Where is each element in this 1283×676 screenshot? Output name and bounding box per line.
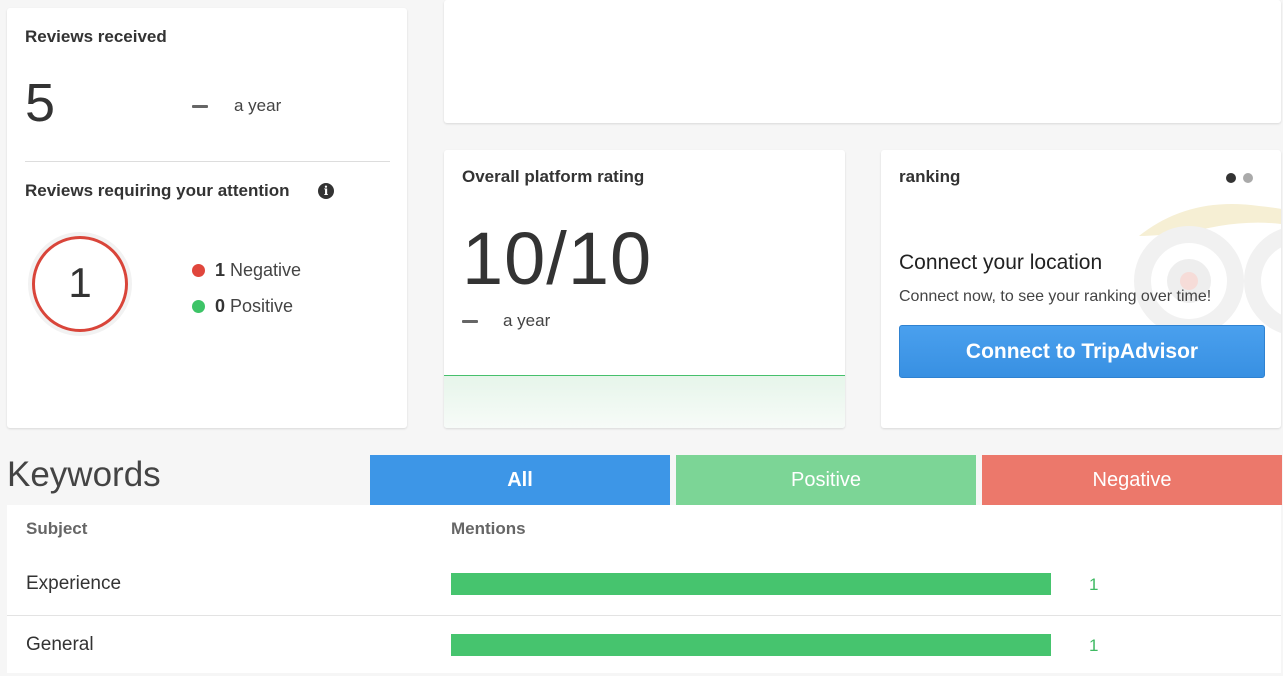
- attention-ring-inner: 1: [32, 236, 128, 332]
- row-mentions: 1: [1089, 636, 1099, 655]
- row-subject: General: [26, 634, 94, 655]
- pager-dot[interactable]: [1243, 173, 1253, 183]
- reviews-received-title: Reviews received: [25, 27, 167, 46]
- divider: [25, 161, 390, 162]
- reviews-count: 5: [25, 73, 56, 133]
- negative-label: Negative: [230, 260, 302, 280]
- connect-tripadvisor-button[interactable]: Connect to TripAdvisor: [899, 325, 1265, 378]
- platform-rating-card: Overall platform rating 10/10 a year: [444, 150, 845, 428]
- attention-ring: 1: [28, 232, 132, 336]
- table-row[interactable]: Experience 1: [7, 555, 1281, 615]
- attention-title: Reviews requiring your attention: [25, 181, 290, 200]
- legend-positive: 0 Positive: [192, 296, 293, 317]
- empty-card: [444, 0, 1281, 123]
- ranking-card: ranking Connect your location Connect no…: [881, 150, 1281, 428]
- ranking-title: ranking: [899, 167, 961, 186]
- mentions-bar-track: [451, 634, 1051, 656]
- negative-count: 1: [215, 260, 226, 280]
- pager-dot-active[interactable]: [1226, 173, 1236, 183]
- positive-label: Positive: [230, 296, 294, 316]
- header-subject: Subject: [26, 519, 88, 538]
- legend-negative: 1 Negative: [192, 260, 301, 281]
- connect-subtext: Connect now, to see your ranking over ti…: [899, 288, 1212, 305]
- positive-count: 0: [215, 296, 226, 316]
- rating-sparkline-area: [444, 375, 845, 428]
- negative-dot-icon: [192, 264, 205, 277]
- row-mentions: 1: [1089, 575, 1099, 594]
- row-subject: Experience: [26, 573, 122, 594]
- mentions-bar-track: [451, 573, 1051, 595]
- table-row[interactable]: General 1: [7, 616, 1281, 676]
- attention-count: 1: [68, 259, 92, 306]
- trend-dash: [462, 320, 478, 323]
- connect-heading: Connect your location: [899, 251, 1103, 274]
- tripadvisor-owl-icon: [1134, 204, 1281, 336]
- header-mentions: Mentions: [451, 519, 526, 538]
- mentions-bar: [451, 573, 1051, 595]
- platform-rating-title: Overall platform rating: [462, 167, 645, 186]
- rating-period: a year: [503, 311, 551, 330]
- keywords-table: Subject Mentions Experience 1 General 1: [7, 505, 1281, 673]
- positive-dot-icon: [192, 300, 205, 313]
- reviews-received-card: Reviews received 5 a year Reviews requir…: [7, 8, 407, 428]
- tab-all[interactable]: All: [370, 455, 670, 505]
- info-icon[interactable]: i: [318, 183, 334, 199]
- keywords-title: Keywords: [7, 455, 161, 494]
- reviews-period: a year: [234, 96, 282, 115]
- tab-positive[interactable]: Positive: [676, 455, 976, 505]
- tab-negative[interactable]: Negative: [982, 455, 1282, 505]
- trend-dash: [192, 105, 208, 108]
- rating-value: 10/10: [462, 217, 653, 300]
- mentions-bar: [451, 634, 1051, 656]
